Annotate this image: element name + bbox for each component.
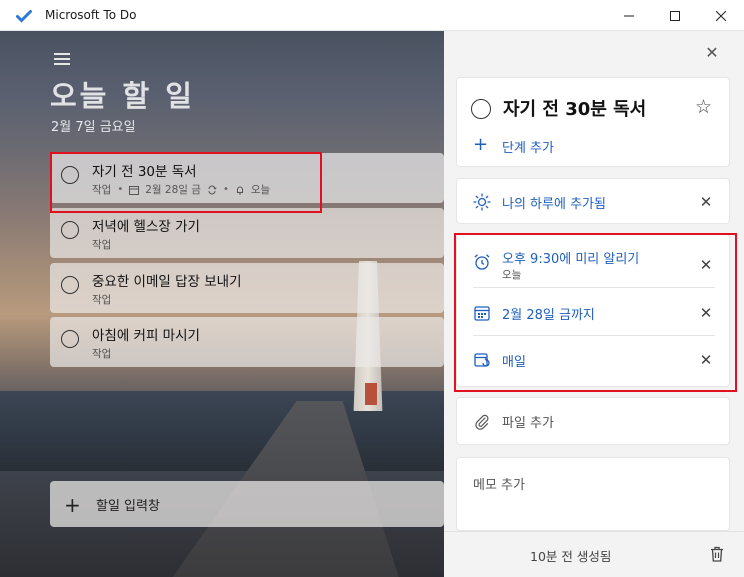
complete-checkbox[interactable] (61, 276, 79, 294)
maximize-icon (670, 10, 680, 21)
created-timestamp: 10분 전 생성됨 (530, 549, 612, 564)
list-title: 오늘 할 일 (50, 79, 195, 113)
task-detail-pane: ✕ 자기 전 30분 독서 ☆ + 단계 추가 나의 하루에 추가됨 ✕ 오후 … (444, 31, 744, 577)
add-step-button[interactable]: 단계 추가 (502, 137, 554, 156)
detail-footer: 10분 전 생성됨 (444, 531, 744, 577)
task-meta: 작업 (92, 237, 111, 252)
remove-my-day-button[interactable]: ✕ (698, 194, 714, 210)
complete-checkbox[interactable] (61, 330, 79, 348)
task-item[interactable]: 저녁에 헬스장 가기 작업 (50, 208, 444, 258)
plus-icon: + (64, 493, 81, 517)
background-lighthouse-door (365, 383, 377, 405)
todo-check-icon (16, 10, 32, 23)
close-detail-button[interactable]: ✕ (702, 43, 722, 63)
task-category: 작업 (92, 348, 112, 360)
task-item[interactable]: 중요한 이메일 답장 보내기 작업 (50, 263, 444, 313)
highlight-box (50, 152, 322, 213)
task-list-panel: 오늘 할 일 2월 7일 금요일 자기 전 30분 독서 작업 • 2월 28일… (0, 31, 444, 577)
task-title-card: 자기 전 30분 독서 ☆ + 단계 추가 (456, 77, 730, 167)
add-task-input[interactable]: + 할일 입력창 (50, 481, 444, 527)
minimize-icon (624, 15, 634, 16)
star-icon[interactable]: ☆ (695, 96, 712, 118)
note-field[interactable]: 메모 추가 (456, 457, 730, 531)
complete-checkbox[interactable] (471, 99, 491, 119)
note-placeholder: 메모 추가 (473, 478, 525, 493)
add-task-placeholder: 할일 입력창 (96, 499, 160, 514)
task-meta: 작업 (92, 346, 111, 361)
list-date: 2월 7일 금요일 (51, 120, 136, 135)
task-item[interactable]: 아침에 커피 마시기 작업 (50, 317, 444, 367)
task-meta: 작업 (92, 292, 111, 307)
my-day-label: 나의 하루에 추가됨 (502, 197, 606, 212)
title-bar: Microsoft To Do (0, 0, 744, 31)
sun-icon (473, 193, 491, 211)
detail-task-title[interactable]: 자기 전 30분 독서 (503, 95, 646, 121)
trash-icon[interactable] (708, 545, 726, 563)
add-file-label: 파일 추가 (502, 416, 554, 431)
maximize-button[interactable] (652, 0, 698, 31)
paperclip-icon (475, 414, 489, 430)
hamburger-menu-icon[interactable] (54, 53, 70, 65)
my-day-card[interactable]: 나의 하루에 추가됨 ✕ (456, 178, 730, 224)
close-icon (716, 10, 726, 21)
close-window-button[interactable] (698, 0, 744, 31)
task-title: 중요한 이메일 답장 보내기 (92, 274, 242, 290)
complete-checkbox[interactable] (61, 221, 79, 239)
task-title: 아침에 커피 마시기 (92, 328, 200, 344)
task-category: 작업 (92, 239, 112, 251)
task-title: 저녁에 헬스장 가기 (92, 219, 200, 235)
minimize-button[interactable] (606, 0, 652, 31)
task-category: 작업 (92, 294, 112, 306)
plus-icon: + (473, 134, 489, 155)
add-file-card[interactable]: 파일 추가 (456, 397, 730, 445)
window-title: Microsoft To Do (45, 8, 137, 22)
highlight-box (454, 233, 737, 392)
